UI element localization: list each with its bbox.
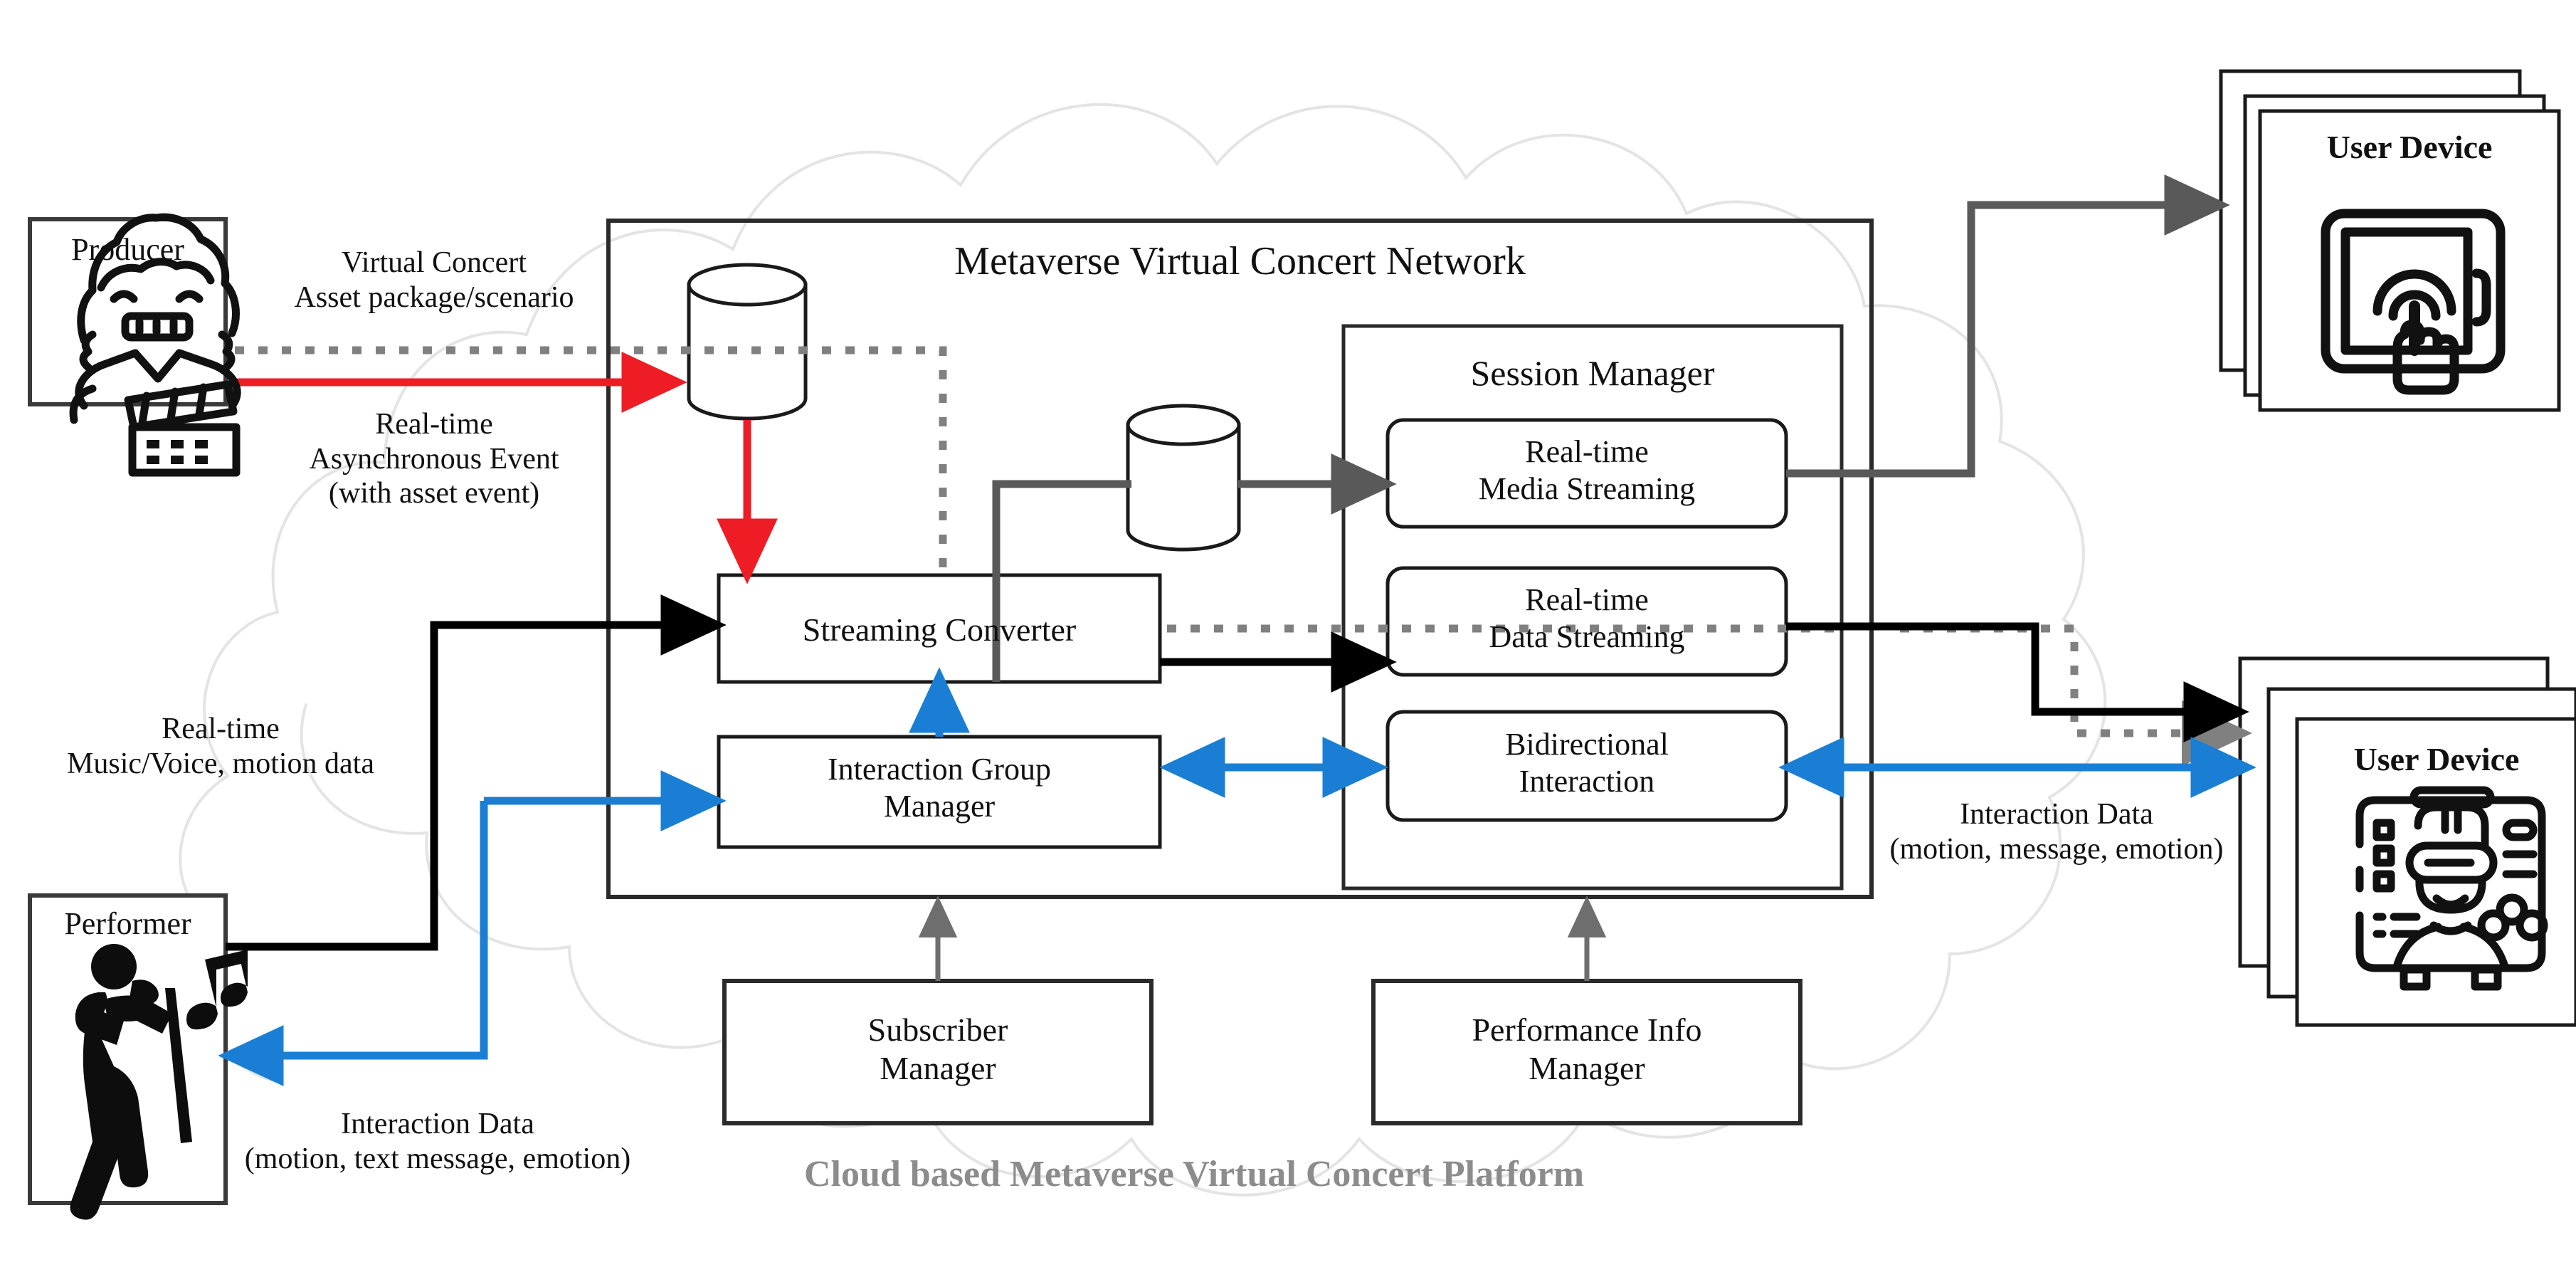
real-time-media-streaming-label: Real-time Media Streaming bbox=[1478, 434, 1696, 506]
user-device-bottom-label: User Device bbox=[2353, 741, 2520, 777]
performer-label: Performer bbox=[64, 906, 191, 941]
performance-info-manager-label: Performance Info Manager bbox=[1472, 1012, 1702, 1087]
diagram-canvas: Producer Performer User Device User Devi… bbox=[0, 0, 2576, 1287]
subscriber-manager-label: Subscriber Manager bbox=[867, 1012, 1008, 1087]
edge-label-interaction-data-performer: Interaction Data (motion, text message, … bbox=[244, 1108, 631, 1175]
interaction-group-manager-label: Interaction Group Manager bbox=[828, 752, 1051, 824]
diagram-vector-layer bbox=[28, 69, 2576, 1220]
real-time-data-streaming-label: Real-time Data Streaming bbox=[1489, 582, 1685, 654]
edge-label-virtual-concert-asset: Virtual Concert Asset package/scenario bbox=[294, 246, 574, 314]
edge-interaction-blue bbox=[218, 667, 2256, 1086]
edge-managers-up-gray bbox=[918, 895, 1607, 981]
edge-label-interaction-data-user: Interaction Data (motion, message, emoti… bbox=[1889, 798, 2224, 866]
bidirectional-interaction-label: Bidirectional Interaction bbox=[1505, 727, 1669, 799]
edge-label-realtime-music-motion: Real-time Music/Voice, motion data bbox=[67, 713, 374, 780]
producer-label: Producer bbox=[71, 232, 184, 267]
edge-label-realtime-async-event: Real-time Asynchronous Event (with asset… bbox=[309, 408, 559, 510]
session-manager-title: Session Manager bbox=[1470, 353, 1715, 393]
network-title: Metaverse Virtual Concert Network bbox=[954, 239, 1526, 283]
media-database-cylinder bbox=[1126, 404, 1241, 552]
streaming-converter-label: Streaming Converter bbox=[802, 611, 1077, 648]
asset-database-cylinder bbox=[687, 263, 808, 421]
user-device-top-label: User Device bbox=[2326, 129, 2493, 165]
cloud-caption: Cloud based Metaverse Virtual Concert Pl… bbox=[804, 1154, 1585, 1194]
user-device-top-stack bbox=[2219, 69, 2561, 412]
